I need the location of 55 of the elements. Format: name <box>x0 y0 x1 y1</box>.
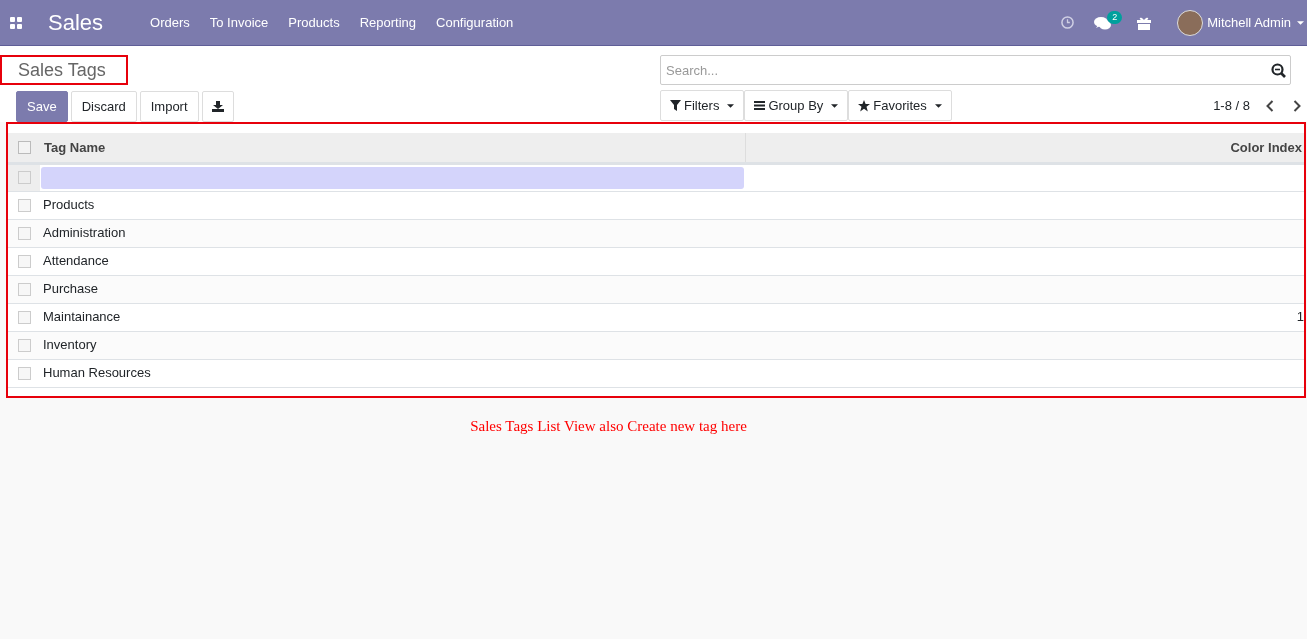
caret-icon <box>831 103 839 108</box>
search-option-button[interactable]: Filters <box>660 90 745 121</box>
menu-item[interactable]: Reporting <box>359 12 416 33</box>
chat-icon[interactable] <box>1094 15 1112 30</box>
checkbox[interactable] <box>17 171 31 184</box>
primary-button[interactable]: Save <box>16 91 68 122</box>
filter-icon <box>670 100 681 111</box>
avatar[interactable] <box>1177 9 1204 36</box>
star-icon <box>858 99 871 112</box>
pager-value: 1-8 / 8 <box>1213 96 1250 115</box>
gift-icon[interactable] <box>1137 15 1152 30</box>
table-cell: Administration <box>40 219 745 247</box>
table-cell: Purchase <box>40 275 745 303</box>
caret-icon[interactable] <box>1297 20 1304 25</box>
next-icon[interactable] <box>1293 99 1301 112</box>
checkbox[interactable] <box>17 226 31 240</box>
toolbar-button[interactable]: Discard <box>70 91 137 122</box>
table-cell: Products <box>40 191 745 219</box>
caret-icon <box>727 103 735 108</box>
app-title[interactable]: Sales <box>48 6 104 39</box>
download-button[interactable] <box>201 91 234 122</box>
download-icon <box>211 101 224 112</box>
tag-name-input[interactable] <box>41 166 744 189</box>
checkbox[interactable] <box>17 310 31 324</box>
toolbar-button[interactable]: Import <box>139 91 199 122</box>
table-cell: Attendance <box>40 247 745 275</box>
checkbox[interactable] <box>17 254 31 268</box>
table-cell: Human Resources <box>40 359 745 387</box>
search-option-button[interactable]: Group By <box>744 90 849 121</box>
column-header[interactable]: Color Index <box>745 133 1304 163</box>
menu-item[interactable]: Products <box>288 12 340 33</box>
search-field[interactable]: Search... <box>660 55 1291 85</box>
search-icon[interactable] <box>1271 63 1286 78</box>
checkbox[interactable] <box>17 140 31 154</box>
previous-icon[interactable] <box>1266 99 1274 112</box>
search-option-button[interactable]: Favorites <box>848 90 952 121</box>
menu-item[interactable]: Configuration <box>436 12 514 33</box>
column-header[interactable]: Tag Name <box>40 133 745 163</box>
menu-item[interactable]: Orders <box>150 12 190 33</box>
table-cell: Inventory <box>40 331 745 359</box>
user-menu[interactable]: Mitchell Admin <box>1207 12 1291 33</box>
notification-badge: 2 <box>1107 10 1123 24</box>
checkbox[interactable] <box>17 198 31 212</box>
menu-item[interactable]: To Invoice <box>209 12 269 33</box>
table-cell: Maintainance <box>40 303 745 331</box>
annotation-text: Sales Tags List View also Create new tag here <box>470 416 747 436</box>
checkbox[interactable] <box>17 282 31 296</box>
apps-menu-icon[interactable] <box>10 16 22 29</box>
table-cell: 1 <box>1296 309 1304 325</box>
checkbox[interactable] <box>17 366 31 380</box>
list-icon <box>754 101 766 110</box>
clock-icon[interactable] <box>1061 16 1075 29</box>
checkbox[interactable] <box>17 338 31 352</box>
page-title: Sales Tags <box>0 54 128 85</box>
caret-icon <box>934 103 942 108</box>
